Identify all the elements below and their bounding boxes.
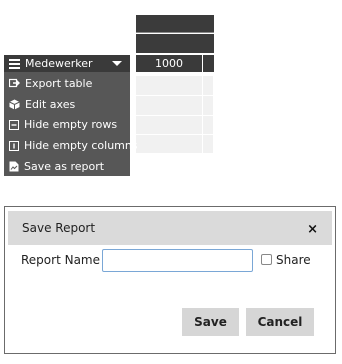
minus-square-icon (9, 119, 19, 130)
close-icon[interactable]: × (307, 222, 318, 237)
column-value-header: 1000 (136, 55, 202, 72)
caret-down-icon (112, 61, 122, 66)
grid-cell (203, 135, 214, 154)
column-value-header-extra (203, 55, 214, 72)
grid-cell (203, 96, 214, 116)
menu-item-label: Save as report (24, 160, 105, 174)
report-name-input[interactable] (102, 249, 253, 272)
column-header-divider (136, 32, 214, 33)
menu-item-export-table[interactable]: Export table (4, 73, 130, 94)
menu-item-label: Edit axes (25, 97, 76, 111)
grid-cell (136, 96, 203, 116)
share-checkbox[interactable] (261, 254, 272, 265)
cube-icon (9, 99, 20, 110)
grid-cell (136, 116, 203, 135)
menu-item-hide-empty-rows[interactable]: Hide empty rows (4, 115, 130, 136)
menu-item-label: Hide empty rows (24, 118, 118, 132)
row-dimension-label: Medewerker (25, 57, 93, 70)
column-header-top (136, 15, 214, 32)
report-name-label: Report Name (21, 253, 100, 267)
save-report-icon (9, 161, 19, 172)
grid-cell (136, 76, 203, 96)
row-dimension-header[interactable]: Medewerker (4, 55, 130, 72)
dialog-title-bar: Save Report × (8, 211, 332, 245)
cancel-button[interactable]: Cancel (246, 308, 314, 336)
save-button[interactable]: Save (182, 308, 239, 336)
menu-item-label: Hide empty columns (24, 139, 138, 153)
columns-icon (9, 140, 19, 151)
data-grid (136, 76, 214, 154)
menu-item-label: Export table (25, 76, 93, 90)
row-options-menu: Export table Edit axes Hide empty rows H… (4, 72, 138, 177)
save-report-dialog: Save Report × Report Name Share Save Can… (4, 206, 336, 354)
grid-cell (136, 135, 203, 154)
menu-item-save-as-report[interactable]: Save as report (4, 156, 130, 177)
grid-cell (203, 116, 214, 135)
share-label: Share (276, 253, 311, 267)
export-icon (9, 79, 20, 88)
hamburger-menu-icon (9, 58, 20, 69)
column-header-middle (136, 34, 214, 53)
menu-item-hide-empty-columns[interactable]: Hide empty columns (4, 135, 138, 156)
menu-item-edit-axes[interactable]: Edit axes (4, 94, 130, 115)
dialog-title: Save Report (22, 221, 96, 235)
grid-cell (203, 76, 214, 96)
